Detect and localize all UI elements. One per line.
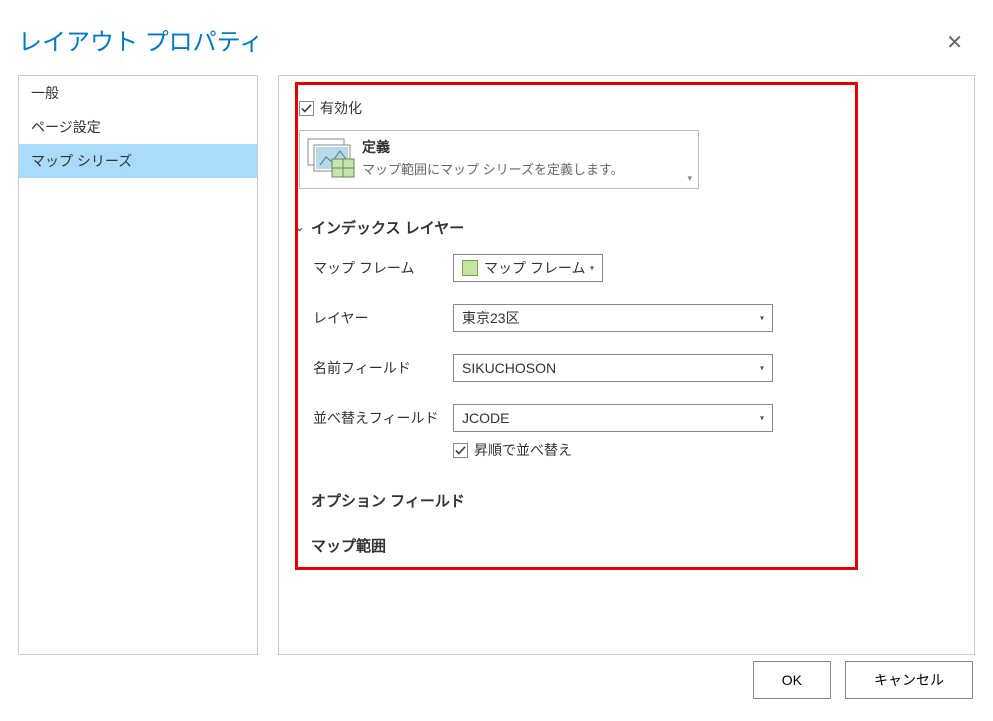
sort-field-select[interactable]: JCODE ▾: [453, 404, 773, 432]
map-frame-select[interactable]: マップ フレーム ▾: [453, 254, 603, 282]
chevron-right-icon: ›: [295, 540, 305, 552]
sort-field-label: 並べ替えフィールド: [313, 408, 453, 428]
chevron-down-icon: ▾: [760, 414, 764, 423]
enable-checkbox[interactable]: [299, 101, 314, 116]
name-field-select[interactable]: SIKUCHOSON ▾: [453, 354, 773, 382]
check-icon: [455, 445, 466, 456]
layer-value: 東京23区: [462, 308, 520, 328]
enable-row: 有効化: [299, 98, 958, 118]
row-map-frame: マップ フレーム マップ フレーム ▾: [295, 254, 958, 282]
sidebar-item-page-setup[interactable]: ページ設定: [19, 110, 257, 144]
name-field-value: SIKUCHOSON: [462, 360, 556, 376]
definition-icon: [306, 137, 356, 182]
row-sort-ascending: 昇順で並べ替え: [295, 440, 958, 460]
map-frame-icon: [462, 260, 478, 276]
definition-description: マップ範囲にマップ シリーズを定義します。: [362, 159, 688, 178]
layer-label: レイヤー: [313, 308, 453, 328]
sidebar-item-general[interactable]: 一般: [19, 76, 257, 110]
section-map-extent-title: マップ範囲: [311, 535, 386, 556]
section-index-layer-header[interactable]: ⌄ インデックス レイヤー: [295, 217, 958, 238]
layer-select[interactable]: 東京23区 ▾: [453, 304, 773, 332]
section-map-extent: › マップ範囲: [295, 535, 958, 556]
content-panel: 有効化 定義 マップ範囲にマップ シリーズを定義します。 ▾: [278, 75, 975, 655]
definition-text: 定義 マップ範囲にマップ シリーズを定義します。: [362, 137, 688, 178]
chevron-right-icon: ›: [295, 495, 305, 507]
row-name-field: 名前フィールド SIKUCHOSON ▾: [295, 354, 958, 382]
check-icon: [301, 103, 312, 114]
definition-dropdown[interactable]: 定義 マップ範囲にマップ シリーズを定義します。 ▾: [299, 130, 699, 189]
section-option-fields: › オプション フィールド: [295, 490, 958, 511]
section-index-layer: ⌄ インデックス レイヤー マップ フレーム マップ フレーム ▾ レイヤー 東…: [295, 217, 958, 460]
chevron-down-icon: ▾: [687, 173, 692, 184]
map-frame-label: マップ フレーム: [313, 258, 453, 278]
row-layer: レイヤー 東京23区 ▾: [295, 304, 958, 332]
section-map-extent-header[interactable]: › マップ範囲: [295, 535, 958, 556]
definition-title: 定義: [362, 137, 688, 157]
sidebar: 一般 ページ設定 マップ シリーズ: [18, 75, 258, 655]
dialog-body: 一般 ページ設定 マップ シリーズ 有効化: [0, 75, 993, 655]
enable-label: 有効化: [320, 98, 362, 118]
row-sort-field: 並べ替えフィールド JCODE ▾: [295, 404, 958, 432]
name-field-label: 名前フィールド: [313, 358, 453, 378]
sort-ascending-label: 昇順で並べ替え: [474, 440, 572, 460]
sort-field-value: JCODE: [462, 410, 509, 426]
button-bar: OK キャンセル: [753, 661, 973, 699]
ok-button[interactable]: OK: [753, 661, 831, 699]
close-icon[interactable]: ✕: [946, 30, 963, 55]
chevron-down-icon: ▾: [590, 264, 594, 273]
dialog-title: レイアウト プロパティ: [0, 0, 993, 75]
sort-ascending-checkbox[interactable]: [453, 443, 468, 458]
cancel-button[interactable]: キャンセル: [845, 661, 973, 699]
section-index-layer-title: インデックス レイヤー: [311, 217, 464, 238]
chevron-down-icon: ▾: [760, 314, 764, 323]
chevron-down-icon: ▾: [760, 364, 764, 373]
sidebar-item-map-series[interactable]: マップ シリーズ: [19, 144, 257, 178]
section-option-fields-header[interactable]: › オプション フィールド: [295, 490, 958, 511]
section-option-fields-title: オプション フィールド: [311, 490, 465, 511]
map-frame-value: マップ フレーム: [484, 258, 585, 278]
chevron-down-icon: ⌄: [295, 221, 305, 234]
